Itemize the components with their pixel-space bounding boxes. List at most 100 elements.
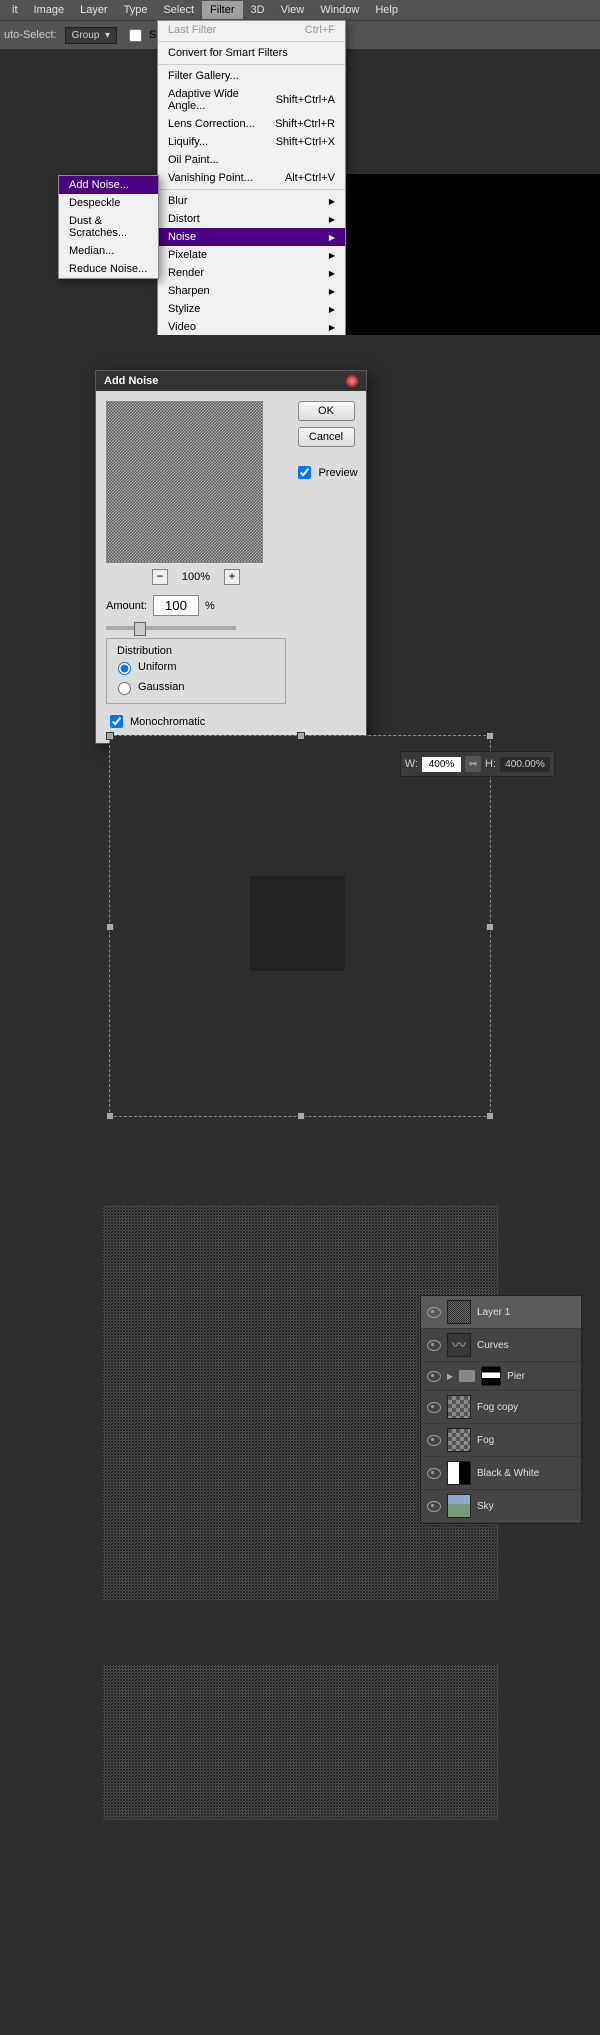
menu-window[interactable]: Window (312, 1, 367, 19)
filter-adaptive-wide[interactable]: Adaptive Wide Angle...Shift+Ctrl+A (158, 85, 345, 115)
filter-last[interactable]: Last FilterCtrl+F (158, 21, 345, 39)
layer-mask-thumbnail[interactable] (481, 1366, 501, 1386)
layer-row-bw[interactable]: Black & White (421, 1457, 581, 1490)
filter-liquify[interactable]: Liquify...Shift+Ctrl+X (158, 133, 345, 151)
preview-checkbox[interactable]: Preview (294, 461, 357, 484)
menu-type[interactable]: Type (116, 1, 156, 19)
layer-row-curves[interactable]: 〰 Curves (421, 1329, 581, 1362)
width-input[interactable] (422, 757, 461, 772)
layer-row-fog[interactable]: Fog (421, 1424, 581, 1457)
chevron-right-icon: ▶ (329, 287, 335, 296)
noise-add[interactable]: Add Noise... (59, 176, 158, 194)
canvas-content[interactable] (345, 174, 600, 335)
link-icon[interactable]: ⚯ (465, 756, 481, 772)
handle-br[interactable] (486, 1112, 494, 1120)
preview-area[interactable] (106, 401, 263, 563)
noise-median[interactable]: Median... (59, 242, 158, 260)
visibility-icon[interactable] (427, 1435, 441, 1446)
menu-image[interactable]: Image (26, 1, 73, 19)
zoom-out-button[interactable]: − (152, 569, 168, 585)
handle-tl[interactable] (106, 732, 114, 740)
layer-row-sky[interactable]: Sky (421, 1490, 581, 1523)
handle-tr[interactable] (486, 732, 494, 740)
gaussian-radio[interactable]: Gaussian (113, 677, 279, 697)
transform-options: W: ⚯ H: (400, 751, 555, 777)
filter-sharpen[interactable]: Sharpen▶ (158, 282, 345, 300)
layer-row-layer1[interactable]: Layer 1 (421, 1296, 581, 1329)
layer-thumbnail[interactable] (447, 1300, 471, 1324)
layer-name: Pier (507, 1371, 525, 1382)
menu-view[interactable]: View (273, 1, 313, 19)
handle-ml[interactable] (106, 923, 114, 931)
adjustment-icon[interactable] (447, 1461, 471, 1485)
zoom-level: 100% (182, 571, 210, 583)
chevron-right-icon: ▶ (329, 233, 335, 242)
folder-icon (459, 1370, 475, 1382)
uniform-radio[interactable]: Uniform (113, 657, 279, 677)
slider-thumb[interactable] (134, 622, 146, 636)
menu-filter[interactable]: Filter (202, 1, 242, 19)
chevron-right-icon[interactable]: ▶ (447, 1372, 453, 1381)
chevron-right-icon: ▶ (329, 323, 335, 332)
handle-mr[interactable] (486, 923, 494, 931)
noise-reduce[interactable]: Reduce Noise... (59, 260, 158, 278)
chevron-right-icon: ▶ (329, 269, 335, 278)
height-input[interactable] (500, 757, 550, 772)
width-label: W: (405, 758, 418, 770)
add-noise-dialog: Add Noise − 100% + Amount: % Distributio… (95, 370, 367, 744)
filter-vanishing-point[interactable]: Vanishing Point...Alt+Ctrl+V (158, 169, 345, 187)
handle-bc[interactable] (297, 1112, 305, 1120)
noise-despeckle[interactable]: Despeckle (59, 194, 158, 212)
close-icon[interactable] (346, 375, 358, 387)
filter-render[interactable]: Render▶ (158, 264, 345, 282)
filter-gallery[interactable]: Filter Gallery... (158, 67, 345, 85)
amount-slider[interactable] (106, 626, 236, 630)
noise-dust[interactable]: Dust & Scratches... (59, 212, 158, 242)
layer-row-pier[interactable]: ▶ Pier (421, 1362, 581, 1391)
layer-content[interactable] (250, 876, 345, 971)
filter-lens-correction[interactable]: Lens Correction...Shift+Ctrl+R (158, 115, 345, 133)
filter-stylize[interactable]: Stylize▶ (158, 300, 345, 318)
menu-layer[interactable]: Layer (72, 1, 116, 19)
visibility-icon[interactable] (427, 1501, 441, 1512)
ok-button[interactable]: OK (298, 401, 355, 421)
chevron-right-icon: ▶ (329, 197, 335, 206)
filter-pixelate[interactable]: Pixelate▶ (158, 246, 345, 264)
group-select[interactable]: Group ▾ (65, 27, 117, 44)
handle-tc[interactable] (297, 732, 305, 740)
chevron-right-icon: ▶ (329, 251, 335, 260)
filter-convert-smart[interactable]: Convert for Smart Filters (158, 44, 345, 62)
canvas-noise-result-bottom[interactable] (103, 1665, 498, 1820)
handle-bl[interactable] (106, 1112, 114, 1120)
layer-row-fogcopy[interactable]: Fog copy (421, 1391, 581, 1424)
filter-video[interactable]: Video▶ (158, 318, 345, 335)
filter-noise[interactable]: Noise▶ (158, 228, 345, 246)
visibility-icon[interactable] (427, 1402, 441, 1413)
filter-distort[interactable]: Distort▶ (158, 210, 345, 228)
cancel-button[interactable]: Cancel (298, 427, 355, 447)
menu-select[interactable]: Select (155, 1, 202, 19)
menu-help[interactable]: Help (367, 1, 406, 19)
layer-thumbnail[interactable] (447, 1395, 471, 1419)
filter-oil-paint[interactable]: Oil Paint... (158, 151, 345, 169)
visibility-icon[interactable] (427, 1468, 441, 1479)
noise-submenu: Add Noise... Despeckle Dust & Scratches.… (58, 175, 159, 279)
layer-name: Fog copy (477, 1402, 518, 1413)
curves-icon[interactable]: 〰 (447, 1333, 471, 1357)
transform-bounds[interactable] (109, 735, 491, 1117)
visibility-icon[interactable] (427, 1371, 441, 1382)
dialog-titlebar[interactable]: Add Noise (96, 371, 366, 391)
percent-label: % (205, 600, 215, 612)
zoom-in-button[interactable]: + (224, 569, 240, 585)
menu-edit[interactable]: it (4, 1, 26, 19)
layer-name: Curves (477, 1340, 509, 1351)
layer-name: Black & White (477, 1468, 539, 1479)
layer-thumbnail[interactable] (447, 1494, 471, 1518)
distribution-group: Distribution Uniform Gaussian (106, 638, 286, 704)
layer-thumbnail[interactable] (447, 1428, 471, 1452)
menu-3d[interactable]: 3D (243, 1, 273, 19)
amount-input[interactable] (153, 595, 199, 616)
visibility-icon[interactable] (427, 1340, 441, 1351)
visibility-icon[interactable] (427, 1307, 441, 1318)
filter-blur[interactable]: Blur▶ (158, 192, 345, 210)
